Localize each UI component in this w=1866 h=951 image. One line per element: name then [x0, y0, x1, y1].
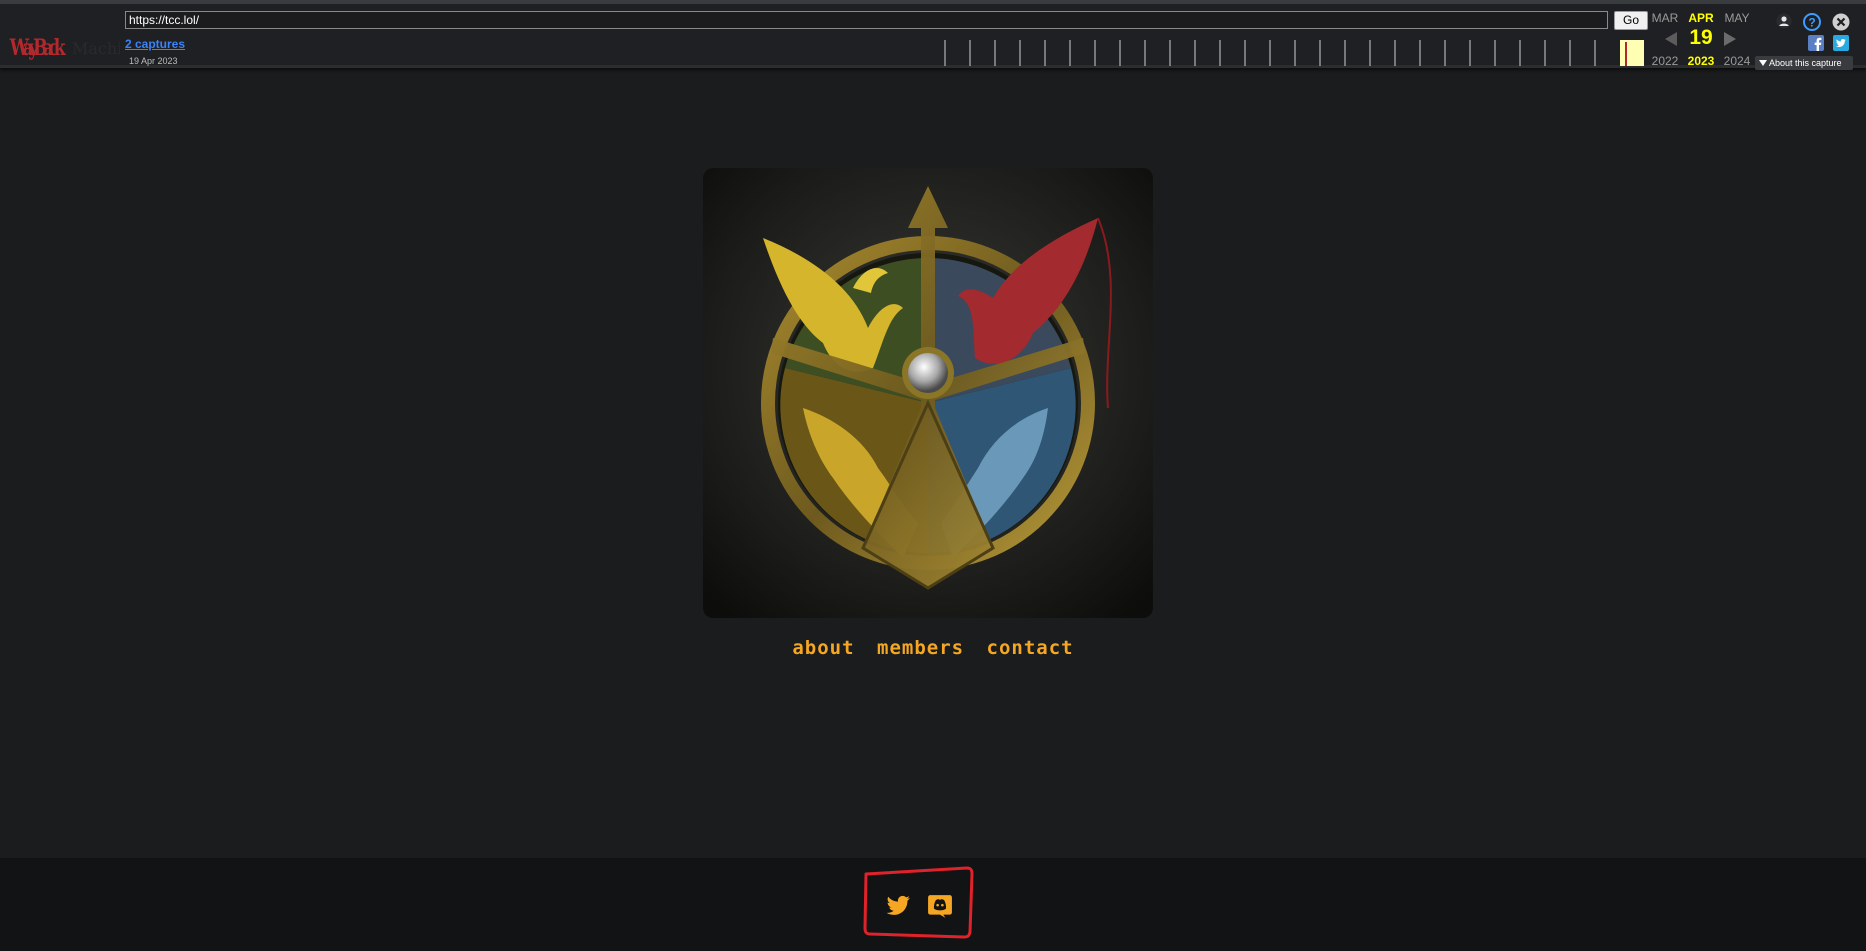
twitter-icon[interactable]	[884, 893, 912, 919]
facebook-icon[interactable]	[1808, 35, 1824, 51]
prev-year[interactable]: 2022	[1645, 54, 1685, 68]
go-button[interactable]: Go	[1614, 11, 1648, 30]
help-icon[interactable]: ?	[1803, 13, 1821, 31]
prev-month[interactable]: MAR	[1645, 11, 1685, 25]
svg-text:Machine: Machine	[72, 39, 120, 58]
user-icon[interactable]	[1776, 13, 1792, 29]
current-month: APR	[1688, 11, 1714, 25]
nav-link-members[interactable]: members	[877, 637, 964, 659]
discord-icon[interactable]	[926, 893, 954, 919]
site-nav: about members contact	[0, 637, 1866, 659]
svg-text:?: ?	[1808, 16, 1815, 30]
wayback-toolbar: WayBack Machine https://tcc.lol/ Go 2 ca…	[0, 0, 1866, 70]
wayback-logo[interactable]: WayBack Machine	[8, 24, 120, 60]
twitter-share-icon[interactable]	[1833, 35, 1849, 51]
close-icon[interactable]	[1832, 13, 1850, 31]
about-capture-button[interactable]: About this capture	[1755, 56, 1853, 70]
red-highlight-box	[863, 866, 974, 939]
prev-arrow-icon[interactable]	[1665, 32, 1677, 46]
dropdown-triangle-icon	[1759, 60, 1767, 66]
site-emblem	[703, 168, 1153, 618]
next-month[interactable]: MAY	[1717, 11, 1757, 25]
next-arrow-icon[interactable]	[1724, 32, 1736, 46]
about-capture-label: About this capture	[1769, 58, 1842, 68]
url-input[interactable]: https://tcc.lol/	[125, 11, 1608, 29]
current-day: 19	[1689, 26, 1713, 49]
nav-link-contact[interactable]: contact	[987, 637, 1074, 659]
svg-text:WayBack: WayBack	[9, 34, 67, 60]
current-year: 2023	[1687, 54, 1715, 68]
nav-link-about[interactable]: about	[792, 637, 854, 659]
next-year[interactable]: 2024	[1717, 54, 1757, 68]
capture-sparkline[interactable]	[944, 40, 1644, 66]
captures-link[interactable]: 2 captures	[125, 37, 185, 51]
capture-date: 19 Apr 2023	[129, 56, 178, 66]
